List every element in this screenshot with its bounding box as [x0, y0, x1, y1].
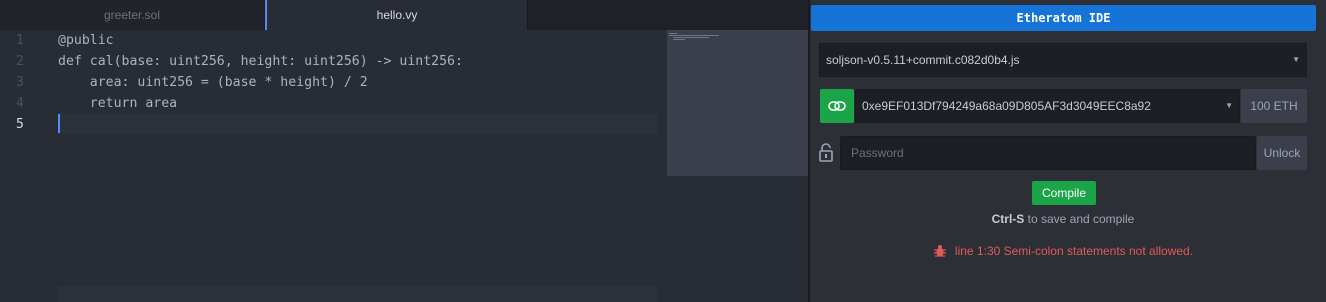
tab-hello-vy[interactable]: hello.vy	[265, 0, 528, 30]
minimap[interactable]	[667, 30, 808, 176]
horizontal-scrollbar[interactable]	[58, 286, 657, 302]
code-line[interactable]: area: uint256 = (base * height) / 2	[58, 72, 368, 93]
dropdown-arrow-icon: ▼	[1225, 101, 1233, 110]
balance-display: 100 ETH	[1241, 89, 1307, 123]
error-message: line 1:30 Semi-colon statements not allo…	[810, 244, 1316, 258]
tab-greeter-sol[interactable]: greeter.sol	[0, 0, 265, 30]
hint-text: to save and compile	[1024, 212, 1135, 226]
code-line[interactable]: def cal(base: uint256, height: uint256) …	[58, 51, 463, 72]
line-number: 4	[16, 96, 24, 111]
line-number: 2	[16, 54, 24, 69]
compile-hint: Ctrl-S to save and compile	[810, 212, 1316, 226]
line-number-gutter: 1 2 3 4 5	[0, 30, 48, 302]
account-select[interactable]: 0xe9EF013Df794249a68a09D805AF3d3049EEC8a…	[855, 89, 1240, 123]
copy-address-button[interactable]	[820, 89, 854, 123]
bug-icon	[933, 245, 946, 257]
line-number: 3	[16, 75, 24, 90]
code-line[interactable]: @public	[58, 30, 114, 51]
etheratom-panel: Etheratom IDE soljson-v0.5.11+commit.c08…	[810, 0, 1326, 302]
text-cursor	[58, 114, 60, 133]
hint-shortcut: Ctrl-S	[991, 212, 1025, 226]
dropdown-arrow-icon: ▼	[1292, 55, 1300, 64]
panel-title: Etheratom IDE	[811, 5, 1316, 31]
compile-button[interactable]: Compile	[1032, 181, 1096, 205]
line-number: 1	[16, 33, 24, 48]
compiler-version-value: soljson-v0.5.11+commit.c082d0b4.js	[826, 53, 1020, 67]
code-editor[interactable]: 1 2 3 4 5 @public def cal(base: uint256,…	[0, 30, 658, 302]
error-text: line 1:30 Semi-colon statements not allo…	[954, 244, 1194, 258]
active-line-highlight	[58, 113, 657, 134]
link-icon	[828, 101, 846, 111]
code-line[interactable]: return area	[58, 93, 177, 114]
unlock-button[interactable]: Unlock	[1257, 136, 1307, 170]
compiler-version-select[interactable]: soljson-v0.5.11+commit.c082d0b4.js ▼	[819, 43, 1307, 77]
lock-icon	[819, 143, 833, 162]
tab-bar: greeter.sol hello.vy	[0, 0, 808, 30]
password-input[interactable]	[840, 136, 1256, 170]
account-address: 0xe9EF013Df794249a68a09D805AF3d3049EEC8a…	[862, 99, 1151, 113]
tab-bar-empty	[528, 0, 808, 30]
minimap-background	[658, 176, 808, 302]
line-number-active: 5	[16, 117, 24, 132]
